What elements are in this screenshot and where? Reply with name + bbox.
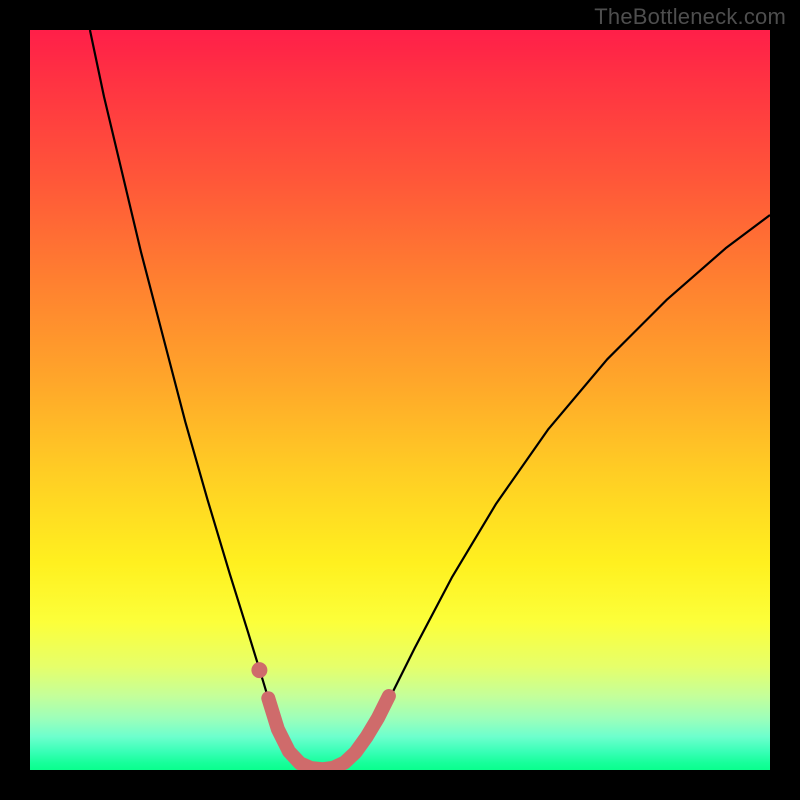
pink-highlight-band [268,696,389,769]
watermark-text: TheBottleneck.com [594,4,786,30]
plot-area [30,30,770,770]
black-curve-left [90,30,319,770]
pink-marker-dot [251,662,267,678]
curve-overlay [30,30,770,770]
black-curve-right [319,215,770,770]
chart-frame: TheBottleneck.com [0,0,800,800]
